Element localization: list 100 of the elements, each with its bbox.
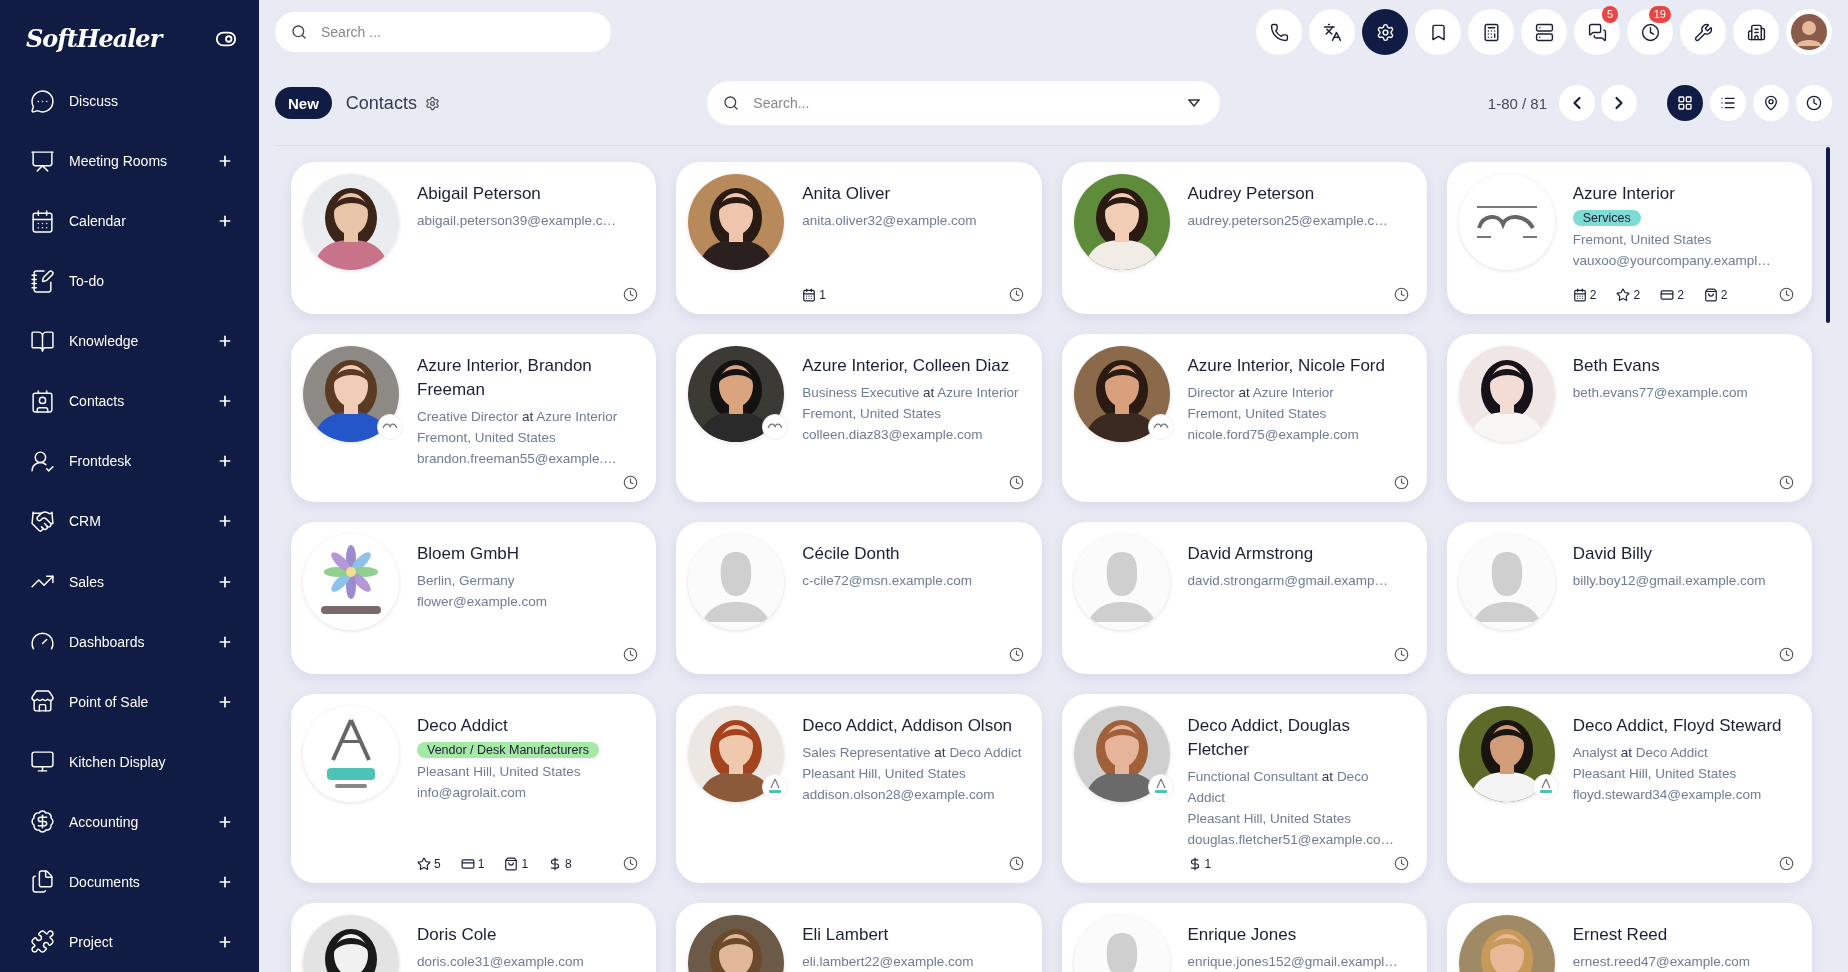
- contact-name: Enrique Jones: [1187, 924, 1298, 946]
- job-line: Analyst at Deco Addict: [1572, 744, 1709, 762]
- tag: Vendor / Desk Manufacturers: [417, 742, 599, 758]
- stat-count[interactable]: 2: [1703, 287, 1728, 302]
- job-line: Creative Director at Azure Interior: [417, 408, 619, 426]
- sidebar-item[interactable]: Accounting: [0, 791, 259, 852]
- email: billy.boy12@gmail.example.com: [1572, 572, 1767, 590]
- location: Berlin, Germany: [417, 572, 516, 590]
- sidebar-item[interactable]: To-do: [0, 251, 259, 312]
- sidebar-item[interactable]: Point of Sale: [0, 671, 259, 732]
- email: anita.oliver32@example.com: [802, 212, 978, 230]
- sidebar-item[interactable]: CRM: [0, 491, 259, 552]
- new-button[interactable]: New: [275, 87, 332, 119]
- contact-name: Azure Interior, Brandon Freeman: [417, 355, 593, 401]
- contact-name: Deco Addict, Addison Olson: [802, 715, 1014, 737]
- stat-count[interactable]: 2: [1572, 287, 1597, 302]
- email: info@agrolait.com: [417, 784, 527, 802]
- contact-card[interactable]: David Armstrong david.strongarm@gmail.examp…: [1061, 522, 1427, 674]
- location: Fremont, United States: [1572, 231, 1713, 249]
- contact-name: David Armstrong: [1187, 543, 1315, 565]
- email: floyd.steward34@example.com: [1572, 786, 1763, 804]
- contact-card[interactable]: Cécile Donth c-cile72@msn.example.com: [676, 522, 1042, 674]
- contact-name: Deco Addict: [417, 715, 509, 737]
- email: eli.lambert22@example.com: [802, 953, 975, 971]
- email: vauxoo@yourcompany.exampl…: [1572, 252, 1772, 270]
- email: addison.olson28@example.com: [802, 786, 996, 804]
- contact-name: Bloem GmbH: [417, 543, 521, 565]
- location: Fremont, United States: [417, 429, 557, 447]
- count-badge: 5: [1601, 6, 1618, 23]
- contact-name: Eli Lambert: [802, 924, 890, 946]
- contact-name: Doris Cole: [417, 924, 498, 946]
- location: Pleasant Hill, United States: [1187, 810, 1353, 828]
- contact-card[interactable]: Beth Evans beth.evans77@example.com: [1446, 334, 1812, 502]
- sidebar-item[interactable]: Discuss: [0, 71, 259, 132]
- contact-name: Beth Evans: [1572, 355, 1661, 377]
- email: audrey.peterson25@example.c…: [1187, 212, 1389, 230]
- stat-count[interactable]: 2: [1616, 287, 1641, 302]
- contact-name: Deco Addict, Douglas Fletcher: [1187, 715, 1352, 761]
- stat-count[interactable]: 2: [1660, 287, 1684, 302]
- pager-value[interactable]: 1-80 / 81: [1487, 94, 1547, 112]
- contact-card[interactable]: Azure Interior Services Fremont, United States vauxoo@yourcompany.exampl… 2 2 2 2: [1446, 162, 1812, 314]
- contact-card[interactable]: Deco Addict, Floyd Steward Analyst at Deco Addict Pleasant Hill, United States floyd.steward34@example.com: [1446, 694, 1812, 883]
- contact-card[interactable]: Bloem GmbH Berlin, Germany flower@example.com: [291, 522, 657, 674]
- job-line: Business Executive at Azure Interior: [802, 384, 1020, 402]
- brand-logo[interactable]: SoftHealer: [26, 24, 162, 53]
- sidebar-item[interactable]: Calendar: [0, 191, 259, 252]
- email: david.strongarm@gmail.examp…: [1187, 572, 1390, 590]
- contact-name: Ernest Reed: [1572, 924, 1669, 946]
- contact-name: David Billy: [1572, 543, 1654, 565]
- count-badge: 19: [1648, 6, 1671, 23]
- page-title: Contacts: [345, 92, 417, 114]
- email: doris.cole31@example.com: [417, 953, 585, 971]
- stat-count[interactable]: 1: [504, 856, 529, 871]
- sidebar-item[interactable]: Project: [0, 911, 259, 972]
- contact-card[interactable]: David Billy billy.boy12@gmail.example.com: [1446, 522, 1812, 674]
- stat-count[interactable]: 1: [802, 287, 826, 302]
- toolbar-button[interactable]: 5: [1574, 9, 1620, 55]
- stat-count[interactable]: 1: [1187, 856, 1212, 871]
- email: flower@example.com: [417, 593, 548, 611]
- contact-card[interactable]: Eli Lambert eli.lambert22@example.com: [676, 903, 1042, 972]
- contact-card[interactable]: Abigail Peterson abigail.peterson39@example.c…: [291, 162, 657, 314]
- sidebar-item[interactable]: Dashboards: [0, 611, 259, 672]
- contact-card[interactable]: Audrey Peterson audrey.peterson25@example.c…: [1061, 162, 1427, 314]
- sidebar-item[interactable]: Documents: [0, 851, 259, 912]
- sidebar-item[interactable]: Frontdesk: [0, 431, 259, 492]
- contact-card[interactable]: Deco Addict, Addison Olson Sales Representative at Deco Addict Pleasant Hill, United States addison.olson28@example.com: [676, 694, 1042, 883]
- sidebar-item[interactable]: Sales: [0, 551, 259, 612]
- toolbar-button[interactable]: 19: [1627, 9, 1673, 55]
- email: c-cile72@msn.example.com: [802, 572, 973, 590]
- stat-count[interactable]: 1: [460, 856, 485, 871]
- search-field[interactable]: Search...: [707, 81, 1221, 125]
- job-line: Functional Consultant at Deco Addict: [1187, 768, 1370, 807]
- sidebar-item[interactable]: Kitchen Display: [0, 731, 259, 792]
- contact-name: Deco Addict, Floyd Steward: [1572, 715, 1783, 737]
- job-line: Sales Representative at Deco Addict: [802, 744, 1023, 762]
- tag: Services: [1572, 210, 1641, 226]
- search-field[interactable]: Search ...: [275, 12, 611, 52]
- contact-card[interactable]: Deco Addict Vendor / Desk Manufacturers Pleasant Hill, United States info@agrolait.com 5 1 1 8: [291, 694, 657, 883]
- location: Pleasant Hill, United States: [1572, 765, 1738, 783]
- contact-card[interactable]: Azure Interior, Colleen Diaz Business Executive at Azure Interior Fremont, United States colleen.diaz83@example.com: [676, 334, 1042, 502]
- stat-count[interactable]: 8: [548, 856, 572, 871]
- location: Fremont, United States: [802, 405, 943, 423]
- sidebar-item[interactable]: Knowledge: [0, 311, 259, 372]
- stat-count[interactable]: 5: [417, 856, 441, 871]
- contact-card[interactable]: Ernest Reed ernest.reed47@example.com: [1446, 903, 1812, 972]
- contact-card[interactable]: Doris Cole doris.cole31@example.com: [291, 903, 657, 972]
- email: nicole.ford75@example.com: [1187, 426, 1360, 444]
- email: colleen.diaz83@example.com: [802, 426, 984, 444]
- contact-card[interactable]: Enrique Jones enrique.jones152@gmail.exampl…: [1061, 903, 1427, 972]
- sidebar-item[interactable]: Meeting Rooms: [0, 131, 259, 192]
- contact-card[interactable]: Azure Interior, Nicole Ford Director at Azure Interior Fremont, United States nicole.ford75@example.com: [1061, 334, 1427, 502]
- contact-card[interactable]: Deco Addict, Douglas Fletcher Functional Consultant at Deco Addict Pleasant Hill, United States douglas.fletcher51@example.co… 1: [1061, 694, 1427, 883]
- contact-name: Azure Interior, Nicole Ford: [1187, 355, 1386, 377]
- contact-name: Azure Interior: [1572, 183, 1676, 205]
- sidebar-item[interactable]: Contacts: [0, 371, 259, 432]
- contact-card[interactable]: Azure Interior, Brandon Freeman Creative Director at Azure Interior Fremont, United States brandon.freeman55@example.…: [291, 334, 657, 502]
- email: abigail.peterson39@example.c…: [417, 212, 618, 230]
- location: Fremont, United States: [1187, 405, 1328, 423]
- location: Pleasant Hill, United States: [417, 763, 582, 781]
- contact-card[interactable]: Anita Oliver anita.oliver32@example.com 1: [676, 162, 1042, 314]
